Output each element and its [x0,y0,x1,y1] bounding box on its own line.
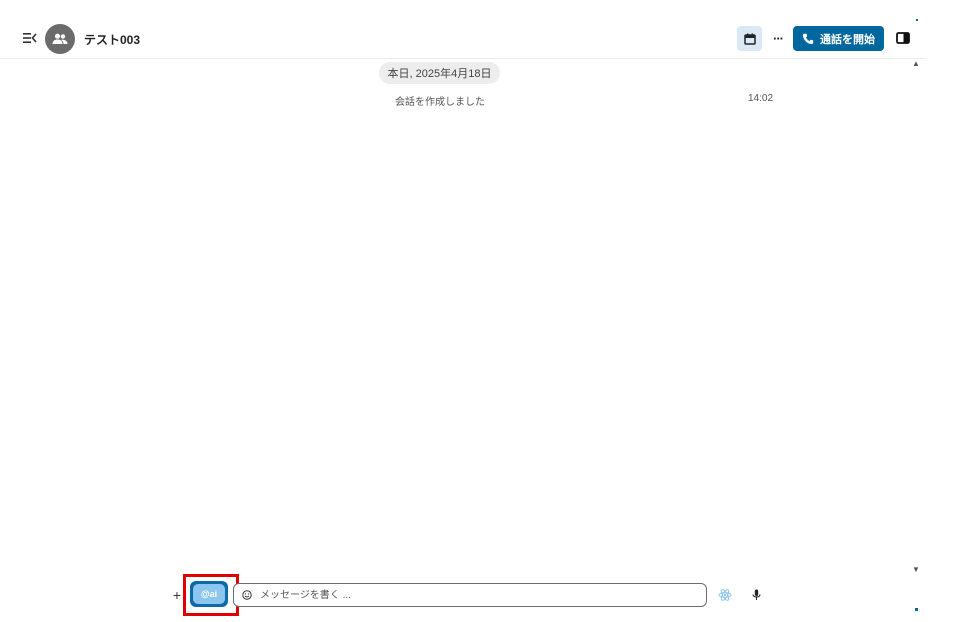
microphone-icon[interactable] [749,587,763,603]
system-message: 会話を作成しました [395,97,485,108]
date-separator: 本日, 2025年4月18日 [379,62,500,84]
calendar-button[interactable] [737,26,762,51]
collapse-sidebar-icon[interactable] [22,30,38,46]
message-composer [233,583,707,607]
more-icon: ··· [773,30,784,46]
atom-icon[interactable] [718,588,732,602]
ai-mention-label: @ai [193,584,225,604]
message-input[interactable] [256,585,700,605]
scroll-up-arrow[interactable]: ▲ [912,59,920,68]
corner-indicator [916,19,918,21]
conversation-title[interactable]: テスト003 [84,31,140,48]
more-button[interactable]: ··· [769,28,787,48]
conversation-header: テスト003 ··· 通話を開始 [0,0,925,59]
sidebar-toggle-icon[interactable] [894,30,912,46]
ai-mention-button[interactable]: @ai [190,581,228,607]
calendar-icon [743,33,756,45]
phone-icon [802,33,814,44]
scroll-down-arrow[interactable]: ▼ [912,565,920,574]
group-icon[interactable] [45,24,75,54]
emoji-icon[interactable] [238,584,256,606]
add-attachment-button[interactable]: + [170,586,184,604]
system-message-time: 14:02 [748,93,774,104]
resize-handle[interactable] [915,608,918,611]
start-call-button[interactable]: 通話を開始 [793,26,884,51]
start-call-label: 通話を開始 [820,33,875,46]
